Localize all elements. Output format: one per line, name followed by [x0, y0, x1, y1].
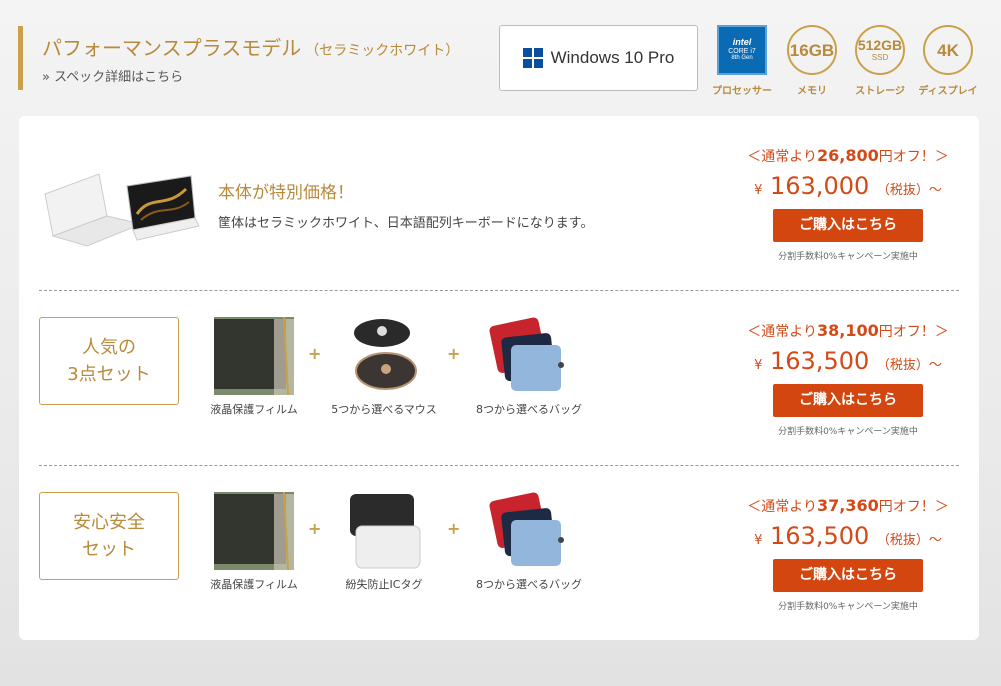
intel-core-i7-icon: intel CORE i7 8th Gen: [717, 25, 767, 75]
price: ¥ 163,500 （税抜）～: [754, 522, 942, 550]
item-caption: 紛失防止ICタグ: [345, 578, 423, 591]
buy-button[interactable]: ご購入はこちら: [773, 559, 923, 592]
item-caption: 8つから選べるバッグ: [476, 403, 582, 416]
os-label: Windows 10 Pro: [550, 48, 675, 67]
row-description: 筐体はセラミックホワイト、日本語配列キーボードになります。: [218, 216, 594, 231]
item-bag: 8つから選べるバッグ: [459, 492, 599, 592]
spec-label: メモリ: [797, 86, 827, 97]
bag-image: [489, 492, 564, 566]
discount-text: ＜通常より26,800円オフ！＞: [747, 146, 949, 165]
item-screen-film: 液晶保護フィルム: [189, 317, 319, 417]
spec-processor: intel CORE i7 8th Gen プロセッサー: [712, 25, 772, 97]
display-icon: 4K: [923, 25, 973, 75]
spec-display: 4K ディスプレイ: [918, 25, 978, 97]
spec-detail-link[interactable]: » スペック詳細はこちら: [42, 66, 183, 85]
offer-row-set1: 人気の 3点セット 液晶保護フィルム + 5つから選べるマウス + 8つから選べ…: [19, 291, 979, 466]
laptop-image: [44, 173, 200, 247]
offer-row-body: 本体が特別価格！ 筐体はセラミックホワイト、日本語配列キーボードになります。 ＜…: [19, 116, 979, 291]
ic-tag-image: [350, 494, 421, 569]
set-label: 人気の 3点セット: [39, 317, 179, 405]
row-title: 本体が特別価格！: [218, 183, 354, 203]
header-accent-bar: [18, 26, 23, 90]
memory-icon: 16GB: [787, 25, 837, 75]
price: ¥ 163,000 （税抜）～: [754, 172, 942, 200]
spec-memory: 16GB メモリ: [782, 25, 842, 97]
price: ¥ 163,500 （税抜）～: [754, 347, 942, 375]
campaign-note: 分割手数料0%キャンペーン実施中: [778, 252, 918, 262]
price-block: ＜通常より26,800円オフ！＞ ¥ 163,000 （税抜）～ ご購入はこちら…: [733, 146, 963, 262]
item-screen-film: 液晶保護フィルム: [189, 492, 319, 592]
spec-label: ストレージ: [855, 86, 905, 97]
screen-film-image: [214, 317, 294, 395]
page-title: パフォーマンスプラスモデル （セラミックホワイト）: [42, 32, 459, 61]
item-caption: 液晶保護フィルム: [210, 578, 298, 591]
windows-logo-icon: [522, 48, 543, 68]
offer-card: 本体が特別価格！ 筐体はセラミックホワイト、日本語配列キーボードになります。 ＜…: [19, 116, 979, 640]
discount-text: ＜通常より38,100円オフ！＞: [747, 321, 949, 340]
item-bag: 8つから選べるバッグ: [459, 317, 599, 417]
bag-image: [489, 317, 564, 391]
item-caption: 5つから選べるマウス: [331, 403, 437, 416]
item-caption: 液晶保護フィルム: [210, 403, 298, 416]
item-mouse: 5つから選べるマウス: [319, 317, 449, 417]
mouse-image: [354, 319, 417, 390]
page-subtitle: （セラミックホワイト）: [305, 43, 460, 59]
campaign-note: 分割手数料0%キャンペーン実施中: [778, 427, 918, 437]
buy-button[interactable]: ご購入はこちら: [773, 209, 923, 242]
price-block: ＜通常より38,100円オフ！＞ ¥ 163,500 （税抜）～ ご購入はこちら…: [733, 321, 963, 437]
set-label: 安心安全 セット: [39, 492, 179, 580]
page-title-text: パフォーマンスプラスモデル: [42, 36, 302, 60]
offer-row-set2: 安心安全 セット 液晶保護フィルム + 紛失防止ICタグ + 8つから選べるバッ…: [19, 466, 979, 640]
storage-icon: 512GB SSD: [855, 25, 905, 75]
spec-label: プロセッサー: [712, 86, 772, 97]
discount-text: ＜通常より37,360円オフ！＞: [747, 496, 949, 515]
windows-badge: Windows 10 Pro: [499, 25, 698, 91]
item-ic-tag: 紛失防止ICタグ: [319, 492, 449, 592]
campaign-note: 分割手数料0%キャンペーン実施中: [778, 602, 918, 612]
price-block: ＜通常より37,360円オフ！＞ ¥ 163,500 （税抜）～ ご購入はこちら…: [733, 496, 963, 612]
spec-storage: 512GB SSD ストレージ: [850, 25, 910, 97]
screen-film-image: [214, 492, 294, 570]
buy-button[interactable]: ご購入はこちら: [773, 384, 923, 417]
item-caption: 8つから選べるバッグ: [476, 578, 582, 591]
spec-label: ディスプレイ: [918, 86, 978, 97]
